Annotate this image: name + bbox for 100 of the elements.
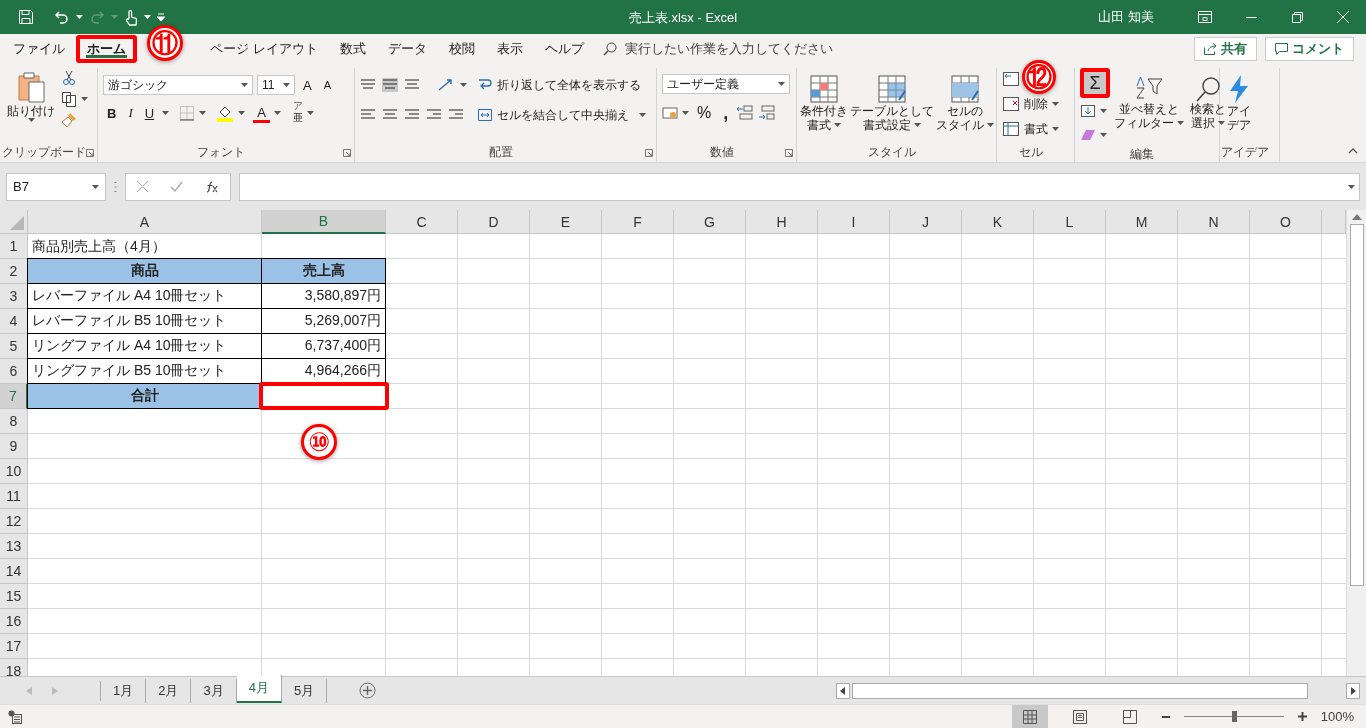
normal-view-icon[interactable]	[1022, 709, 1037, 724]
row-header[interactable]: 3	[0, 284, 28, 309]
column-header[interactable]: H	[746, 210, 818, 234]
comment-button[interactable]: コメント	[1265, 37, 1354, 61]
column-header[interactable]: D	[458, 210, 530, 234]
dialog-launcher-icon[interactable]	[86, 149, 94, 157]
column-header[interactable]: O	[1250, 210, 1322, 234]
increase-indent-icon[interactable]	[448, 108, 464, 122]
menu-tab[interactable]: ファイル	[2, 35, 76, 63]
user-name[interactable]: 山田 知美	[1098, 8, 1154, 26]
grow-font-button[interactable]: A	[299, 75, 316, 95]
row-header[interactable]: 13	[0, 534, 28, 559]
page-layout-icon[interactable]	[1072, 709, 1087, 724]
phonetic-button[interactable]: ア 亜	[292, 101, 303, 125]
row-header[interactable]: 12	[0, 509, 28, 534]
sort-filter-button[interactable]: 並べ替えと フィルター	[1112, 74, 1186, 132]
fill-down-icon[interactable]	[1080, 104, 1096, 118]
menu-tab[interactable]: ページ レイアウト	[199, 35, 329, 63]
customize-icon[interactable]	[157, 13, 165, 21]
sheet-tab[interactable]: 1月	[101, 678, 147, 703]
scroll-up-icon[interactable]	[1351, 214, 1362, 220]
menu-tab[interactable]: 数式	[328, 35, 377, 63]
align-left-icon[interactable]	[360, 108, 376, 122]
zoom-level[interactable]: 100%	[1320, 709, 1354, 724]
wrap-text-button[interactable]: 折り返して全体を表示する	[477, 74, 646, 96]
ribbon-display-icon[interactable]	[1198, 11, 1212, 23]
copy-icon[interactable]	[61, 91, 77, 107]
sheet-tab[interactable]: 2月	[146, 678, 192, 703]
increase-decimal-icon[interactable]	[736, 105, 755, 121]
minimize-icon[interactable]	[1245, 16, 1257, 18]
row-header[interactable]: 2	[0, 259, 28, 284]
row-header[interactable]: 5	[0, 334, 28, 359]
dialog-launcher-icon[interactable]	[645, 149, 653, 157]
row-header[interactable]: 16	[0, 609, 28, 634]
italic-button[interactable]: I	[124, 103, 137, 123]
ideas-button[interactable]: アイ デア	[1225, 72, 1253, 134]
bold-button[interactable]: B	[103, 103, 121, 123]
style-button[interactable]: 条件付き 書式	[798, 72, 849, 134]
top-align-icon[interactable]	[360, 78, 376, 92]
column-header[interactable]: B	[262, 210, 386, 234]
row-header[interactable]: 17	[0, 634, 28, 659]
formula-field[interactable]	[239, 172, 1360, 201]
fill-bucket-icon[interactable]	[216, 104, 235, 122]
tell-me-field[interactable]: 実行したい作業を入力してください	[624, 40, 833, 58]
row-header[interactable]: 4	[0, 309, 28, 334]
zoom-in-icon[interactable]	[1297, 712, 1307, 721]
cancel-icon[interactable]	[137, 181, 148, 192]
function-icon[interactable]	[205, 180, 219, 193]
style-button[interactable]: テーブルとして 書式設定	[848, 72, 935, 134]
macro-record-icon[interactable]	[8, 709, 22, 724]
row-header[interactable]: 1	[0, 234, 28, 259]
column-header[interactable]: M	[1106, 210, 1178, 234]
format-cells-button[interactable]: 書式	[1002, 118, 1059, 140]
page-break-icon[interactable]	[1122, 709, 1137, 724]
middle-align-icon[interactable]	[382, 78, 398, 92]
zoom-slider-thumb[interactable]	[1231, 711, 1237, 722]
scroll-left-icon[interactable]	[836, 682, 850, 699]
column-header[interactable]: K	[962, 210, 1034, 234]
column-header[interactable]: E	[530, 210, 602, 234]
number-format-dropdown[interactable]: ユーザー定義	[662, 74, 790, 94]
column-header[interactable]: N	[1178, 210, 1250, 234]
bottom-align-icon[interactable]	[404, 78, 420, 92]
row-header[interactable]: 18	[0, 659, 28, 676]
align-right-icon[interactable]	[404, 108, 420, 122]
undo-icon[interactable]	[54, 9, 70, 25]
column-header[interactable]: L	[1034, 210, 1106, 234]
currency-icon[interactable]	[662, 106, 678, 120]
column-header[interactable]: I	[818, 210, 890, 234]
font-size-dropdown[interactable]: 11	[257, 75, 295, 95]
hand-icon[interactable]	[124, 8, 138, 26]
check-icon[interactable]	[170, 181, 183, 192]
column-header[interactable]: G	[674, 210, 746, 234]
row-header[interactable]: 9	[0, 434, 28, 459]
row-header[interactable]: 8	[0, 409, 28, 434]
scissors-icon[interactable]	[61, 70, 77, 86]
menu-tab[interactable]: データ	[376, 35, 438, 63]
find-select-button[interactable]: 検索と 選択	[1188, 74, 1228, 132]
sheet-tab[interactable]: 5月	[281, 678, 328, 703]
column-header[interactable]: J	[890, 210, 962, 234]
font-name-dropdown[interactable]: 游ゴシック	[103, 75, 253, 95]
caret-icon[interactable]	[76, 15, 83, 19]
menu-tab[interactable]: 校閲	[437, 35, 486, 63]
zoom-out-icon[interactable]	[1161, 715, 1170, 718]
borders-icon[interactable]	[179, 105, 196, 121]
paste-button[interactable]: 貼り付け	[5, 68, 57, 124]
row-header[interactable]: 14	[0, 559, 28, 584]
style-button[interactable]: セルの スタイル	[934, 72, 995, 134]
decrease-decimal-icon[interactable]	[758, 105, 777, 121]
column-header[interactable]: F	[602, 210, 674, 234]
dialog-launcher-icon[interactable]	[785, 149, 793, 157]
insert-cells-icon[interactable]	[1002, 71, 1020, 87]
add-sheet-icon[interactable]	[359, 682, 377, 699]
align-center-icon[interactable]	[382, 108, 398, 122]
menu-tab[interactable]: 表示	[485, 35, 534, 63]
delete-cells-button[interactable]: 削除	[1002, 93, 1059, 115]
menu-tab[interactable]: ヘルプ	[533, 35, 595, 63]
autosum-button[interactable]: Σ	[1080, 68, 1110, 98]
paintbrush-icon[interactable]	[61, 112, 77, 128]
restore-icon[interactable]	[1291, 11, 1303, 23]
share-button[interactable]: 共有	[1194, 37, 1257, 61]
